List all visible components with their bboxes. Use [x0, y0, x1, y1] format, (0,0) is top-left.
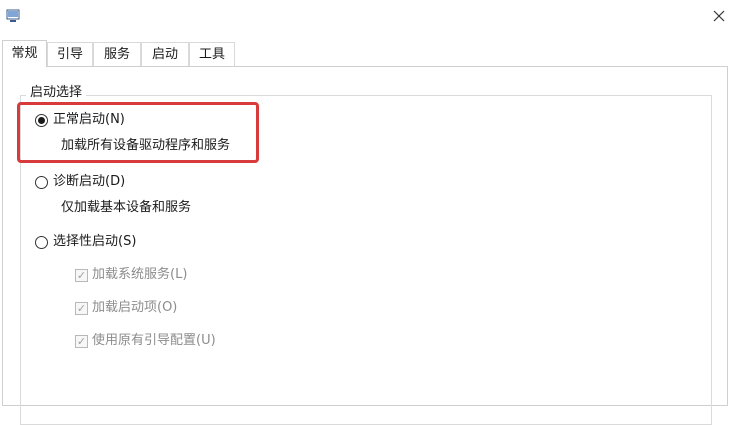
load-startup-items-label: 加载启动项(O) — [92, 300, 178, 315]
load-startup-items-checkbox[interactable]: ✓ — [75, 302, 88, 315]
startup-selection-legend: 启动选择 — [26, 84, 87, 102]
system-config-icon — [6, 9, 20, 23]
use-original-boot-config-checkbox[interactable]: ✓ — [75, 335, 88, 348]
load-system-services-label: 加载系统服务(L) — [92, 267, 188, 282]
close-button[interactable] — [706, 4, 732, 28]
selective-startup-radio[interactable] — [35, 236, 48, 249]
close-icon — [713, 10, 725, 22]
tab-general[interactable]: 常规 — [2, 40, 47, 67]
tab-startup[interactable]: 启动 — [141, 42, 189, 66]
diagnostic-startup-description: 仅加载基本设备和服务 — [61, 200, 192, 215]
use-original-boot-config-label: 使用原有引导配置(U) — [92, 333, 216, 348]
highlight-annotation — [17, 102, 259, 163]
diagnostic-startup-label[interactable]: 诊断启动(D) — [53, 173, 125, 191]
tab-boot[interactable]: 引导 — [47, 42, 93, 66]
load-system-services-checkbox[interactable]: ✓ — [75, 269, 88, 282]
tab-tools[interactable]: 工具 — [189, 42, 235, 66]
diagnostic-startup-radio[interactable] — [35, 176, 48, 189]
selective-startup-label[interactable]: 选择性启动(S) — [53, 233, 136, 251]
tab-services[interactable]: 服务 — [93, 42, 141, 66]
